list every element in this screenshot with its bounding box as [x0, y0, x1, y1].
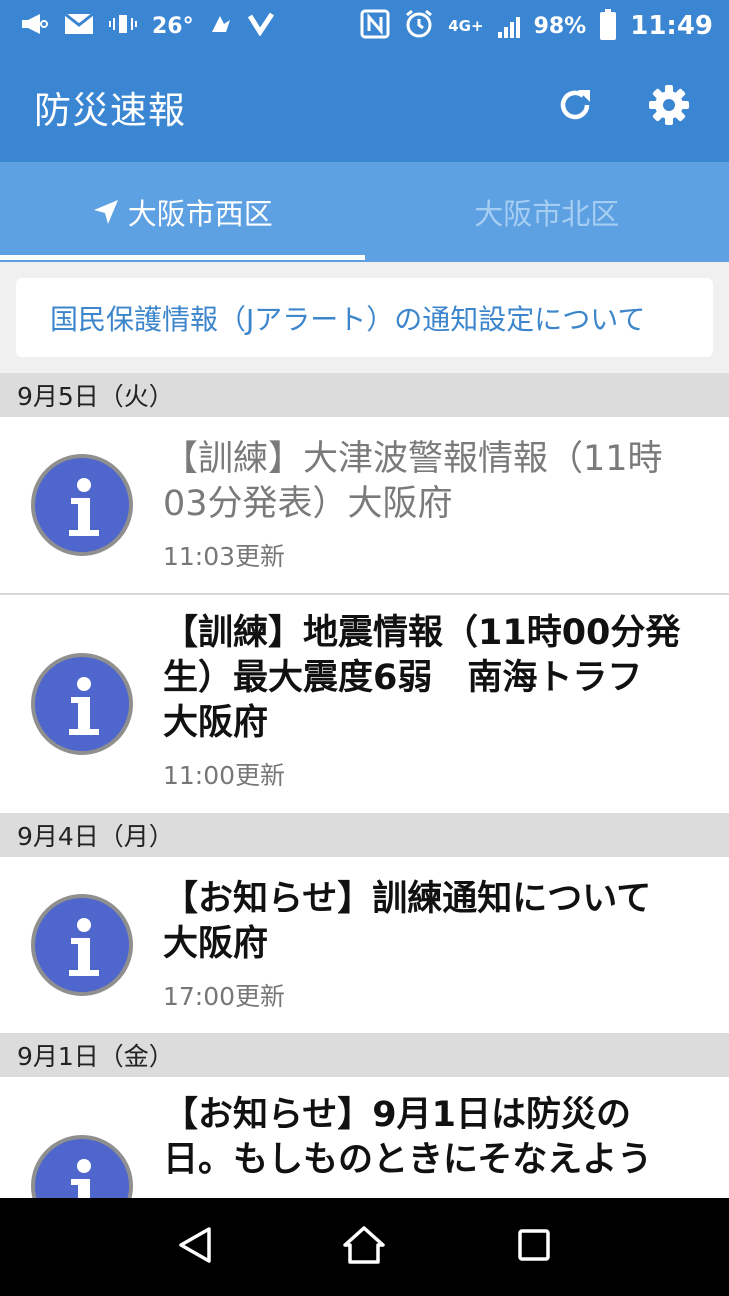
clock-text: 11:49	[630, 11, 713, 41]
refresh-icon	[556, 86, 594, 128]
item-time: 17:00更新	[163, 982, 286, 1011]
gear-icon	[647, 83, 691, 131]
screen: 26° 4G+ 98% 11:49 防災速報 大阪市西区 大阪市北区 国民保護情…	[0, 0, 729, 1296]
notice-text: 国民保護情報（Jアラート）の通知設定について	[50, 302, 646, 336]
app-bar: 防災速報	[0, 52, 729, 162]
item-title: 【訓練】大津波警報情報（11時03分発表）大阪府	[163, 439, 663, 524]
battery-icon	[600, 9, 617, 40]
home-button[interactable]	[334, 1217, 394, 1277]
date-header: 9月4日（月）	[0, 813, 729, 857]
check-icon	[247, 12, 274, 41]
info-icon	[30, 454, 133, 556]
back-icon	[175, 1225, 215, 1269]
vibrate-icon	[108, 13, 138, 40]
refresh-button[interactable]	[543, 75, 607, 139]
mail-icon	[64, 12, 94, 40]
item-time: 11:03更新	[163, 542, 286, 571]
item-title: 【訓練】地震情報（11時00分発生）最大震度6弱 南海トラフ 大阪府	[163, 613, 681, 743]
network-type-text: 4G+	[448, 17, 484, 35]
status-bar: 26° 4G+ 98% 11:49	[0, 0, 729, 52]
megaphone-icon	[20, 13, 50, 40]
temperature-text: 26°	[152, 13, 194, 39]
region-tabs: 大阪市西区 大阪市北区	[0, 162, 729, 262]
tab-label: 大阪市西区	[127, 197, 273, 231]
item-title: 【お知らせ】9月1日は防災の日。もしものときにそなえよう	[163, 1095, 653, 1180]
list-item[interactable]: 【訓練】地震情報（11時00分発生）最大震度6弱 南海トラフ 大阪府 11:00…	[0, 595, 729, 813]
tab-osaka-nishi[interactable]: 大阪市西区	[0, 162, 365, 262]
nfc-icon	[360, 9, 390, 44]
app-icon	[208, 12, 234, 41]
alarm-icon	[404, 9, 434, 44]
list-item[interactable]: 【お知らせ】訓練通知について 大阪府 17:00更新	[0, 857, 729, 1033]
tab-label: 大阪市北区	[474, 197, 620, 231]
tab-osaka-kita[interactable]: 大阪市北区	[365, 162, 729, 262]
date-header: 9月1日（金）	[0, 1033, 729, 1077]
recents-button[interactable]	[504, 1217, 564, 1277]
status-bar-left: 26°	[20, 12, 274, 41]
recents-icon	[516, 1227, 552, 1267]
signal-icon	[497, 14, 520, 38]
status-bar-right: 4G+ 98% 11:49	[360, 9, 713, 44]
back-button[interactable]	[165, 1217, 225, 1277]
battery-percent-text: 98%	[533, 13, 587, 39]
info-icon	[30, 894, 133, 996]
location-arrow-icon	[92, 198, 120, 226]
item-time: 11:00更新	[163, 761, 286, 790]
list-item[interactable]: 【訓練】大津波警報情報（11時03分発表）大阪府 11:03更新	[0, 417, 729, 595]
jalert-notice-card[interactable]: 国民保護情報（Jアラート）の通知設定について	[16, 278, 713, 357]
settings-button[interactable]	[637, 75, 701, 139]
item-title: 【お知らせ】訓練通知について 大阪府	[163, 879, 687, 964]
date-header: 9月5日（火）	[0, 373, 729, 417]
system-nav-bar	[0, 1198, 729, 1296]
info-icon	[30, 653, 133, 755]
alert-list: 9月5日（火） 【訓練】大津波警報情報（11時03分発表）大阪府 11:03更新…	[0, 373, 729, 1277]
app-title: 防災速報	[34, 89, 186, 132]
home-icon	[342, 1225, 386, 1269]
